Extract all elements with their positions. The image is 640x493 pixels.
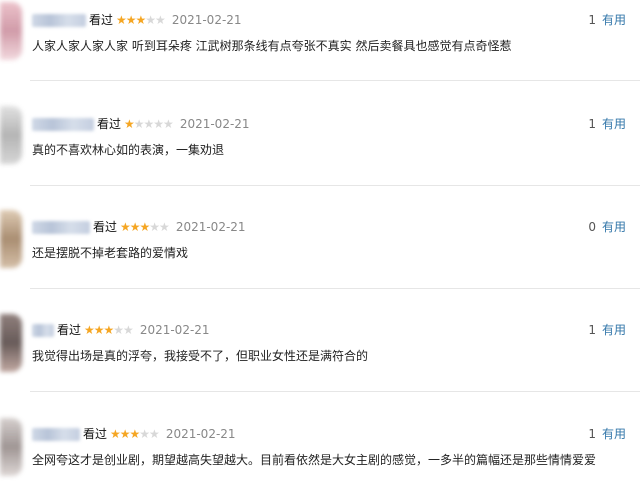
review-text: 还是摆脱不掉老套路的爱情戏	[32, 246, 189, 260]
useful-button[interactable]: 有用	[602, 427, 626, 441]
divider	[30, 80, 640, 81]
avatar[interactable]	[0, 210, 22, 268]
review-text: 真的不喜欢林心如的表演，一集劝退	[32, 143, 225, 157]
review-header: 看过 ★★★★★ 2021-02-21	[32, 116, 250, 132]
review-date: 2021-02-21	[171, 13, 242, 27]
useful-button[interactable]: 有用	[602, 13, 626, 27]
useful-vote[interactable]: 1 有用	[588, 12, 626, 28]
review-text: 我觉得出场是真的浮夸，我接受不了，但职业女性还是满符合的	[32, 349, 369, 363]
useful-vote[interactable]: 0 有用	[588, 219, 626, 235]
watched-label: 看过	[97, 117, 122, 131]
review-date: 2021-02-21	[175, 220, 246, 234]
avatar[interactable]	[0, 418, 22, 476]
review-header: 看过 ★★★★★ 2021-02-21	[32, 322, 210, 338]
review-header: 看过 ★★★★★ 2021-02-21	[32, 12, 242, 28]
watched-label: 看过	[93, 220, 118, 234]
rating-stars: ★★★★★	[84, 323, 134, 337]
watched-label: 看过	[83, 427, 108, 441]
review-date: 2021-02-21	[139, 323, 210, 337]
useful-button[interactable]: 有用	[602, 323, 626, 337]
username-blurred[interactable]	[32, 221, 90, 234]
useful-vote[interactable]: 1 有用	[588, 116, 626, 132]
username-blurred[interactable]	[32, 324, 54, 337]
useful-count: 0	[588, 220, 596, 234]
divider	[30, 185, 640, 186]
rating-stars: ★★★★★	[124, 117, 174, 131]
useful-vote[interactable]: 1 有用	[588, 426, 626, 442]
review-date: 2021-02-21	[179, 117, 250, 131]
useful-vote[interactable]: 1 有用	[588, 322, 626, 338]
avatar[interactable]	[0, 106, 22, 164]
useful-button[interactable]: 有用	[602, 117, 626, 131]
rating-stars: ★★★★★	[120, 220, 170, 234]
useful-button[interactable]: 有用	[602, 220, 626, 234]
divider	[30, 288, 640, 289]
review-date: 2021-02-21	[165, 427, 236, 441]
avatar[interactable]	[0, 314, 22, 372]
watched-label: 看过	[57, 323, 82, 337]
useful-count: 1	[588, 13, 596, 27]
review-header: 看过 ★★★★★ 2021-02-21	[32, 219, 246, 235]
useful-count: 1	[588, 427, 596, 441]
review-text: 人家人家人家人家 听到耳朵疼 江武树那条线有点夸张不真实 然后卖餐具也感觉有点奇…	[32, 39, 512, 53]
divider	[30, 391, 640, 392]
username-blurred[interactable]	[32, 118, 94, 131]
useful-count: 1	[588, 323, 596, 337]
watched-label: 看过	[89, 13, 114, 27]
rating-stars: ★★★★★	[110, 427, 160, 441]
avatar[interactable]	[0, 2, 22, 60]
username-blurred[interactable]	[32, 14, 86, 27]
rating-stars: ★★★★★	[116, 13, 166, 27]
review-header: 看过 ★★★★★ 2021-02-21	[32, 426, 236, 442]
useful-count: 1	[588, 117, 596, 131]
review-text: 全网夸这才是创业剧，期望越高失望越大。目前看依然是大女主剧的感觉，一多半的篇幅还…	[32, 453, 597, 467]
username-blurred[interactable]	[32, 428, 80, 441]
